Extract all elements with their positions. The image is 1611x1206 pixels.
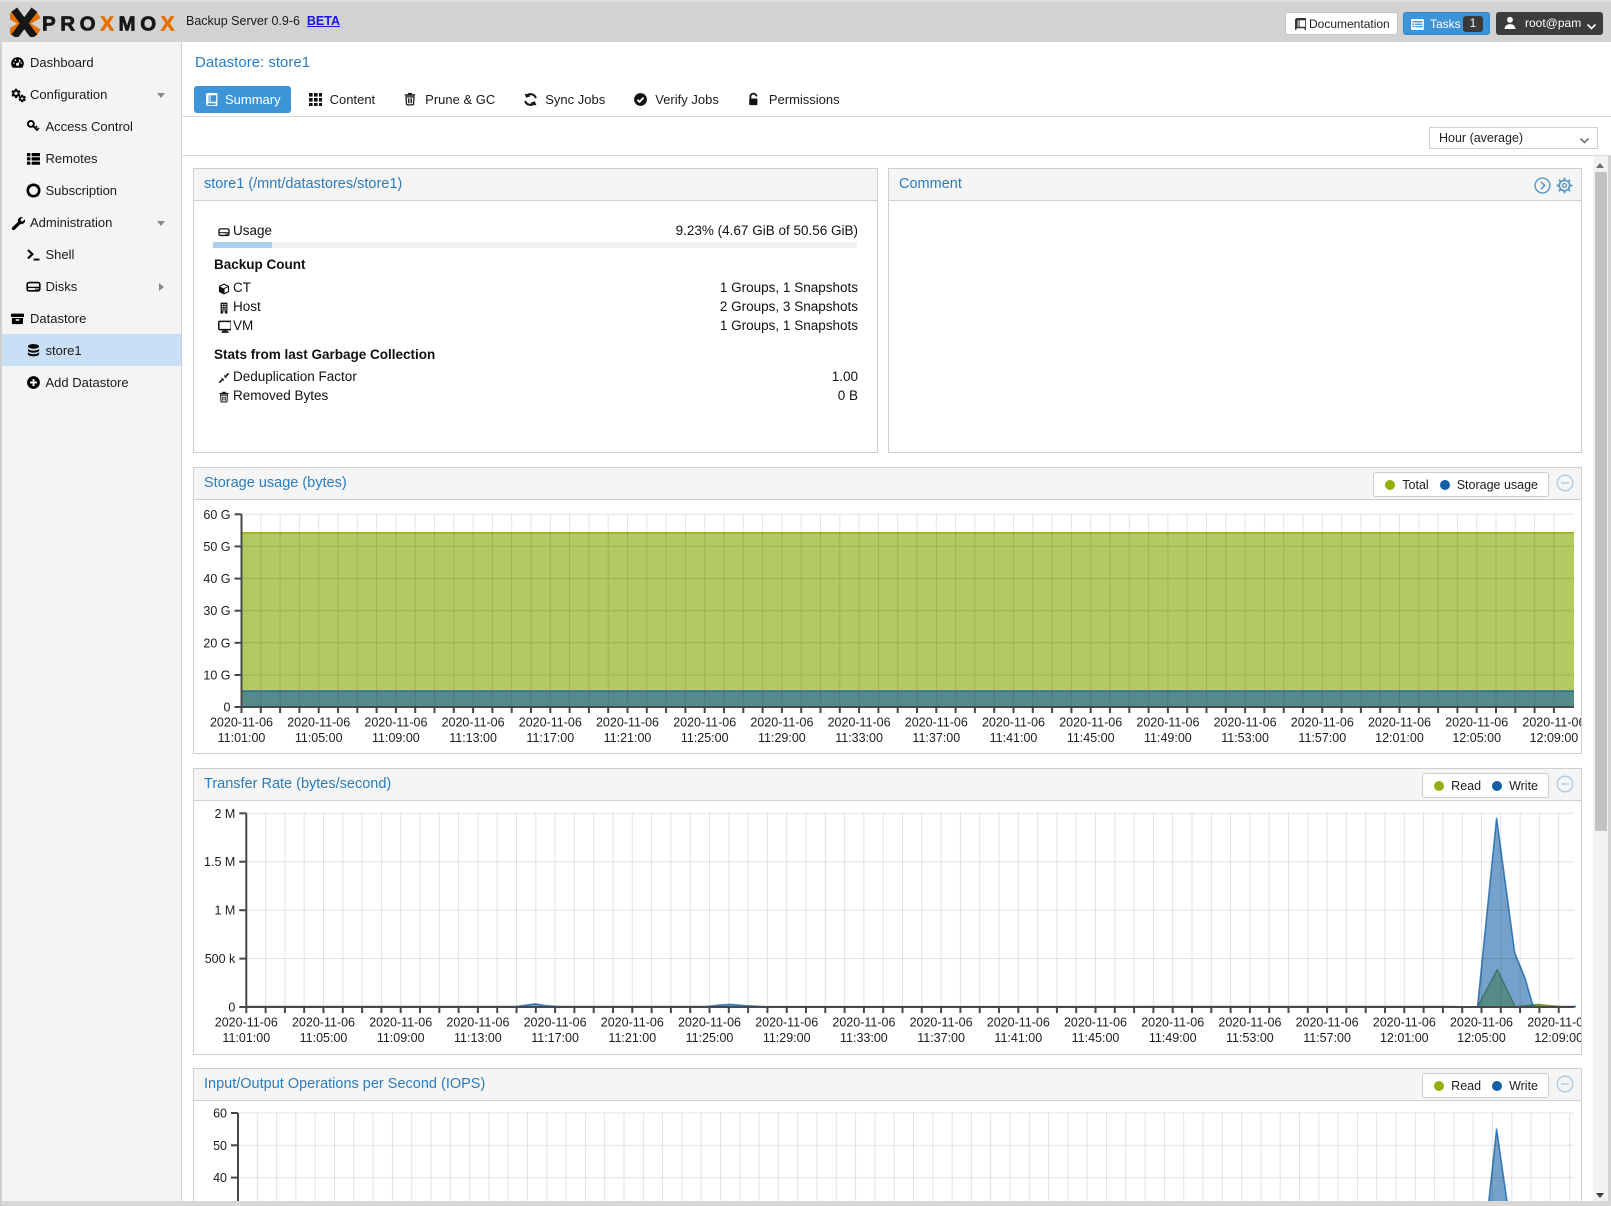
- svg-text:11:13:00: 11:13:00: [449, 731, 497, 745]
- svg-text:12:09:00: 12:09:00: [1530, 731, 1579, 745]
- svg-text:11:33:00: 11:33:00: [835, 731, 883, 745]
- svg-text:50: 50: [213, 1139, 227, 1153]
- svg-text:2020-11-06: 2020-11-06: [1059, 716, 1122, 730]
- svg-text:2020-11-06: 2020-11-06: [292, 1016, 355, 1030]
- svg-text:2020-11-06: 2020-11-06: [601, 1016, 664, 1030]
- svg-text:2020-11-06: 2020-11-06: [982, 716, 1045, 730]
- svg-text:11:53:00: 11:53:00: [1226, 1031, 1274, 1045]
- svg-text:2020-11-06: 2020-11-06: [678, 1016, 741, 1030]
- svg-text:40: 40: [213, 1171, 227, 1185]
- svg-text:2020-11-06: 2020-11-06: [673, 716, 736, 730]
- svg-text:11:41:00: 11:41:00: [994, 1031, 1042, 1045]
- svg-text:2020-11-06: 2020-11-06: [1136, 716, 1199, 730]
- svg-text:2020-11-06: 2020-11-06: [519, 716, 582, 730]
- svg-text:2020-11-06: 2020-11-06: [1218, 1016, 1281, 1030]
- svg-text:2020-11-06: 2020-11-06: [524, 1016, 587, 1030]
- svg-text:2020-11-06: 2020-11-06: [1450, 1016, 1513, 1030]
- svg-text:2020-11-06: 2020-11-06: [369, 1016, 432, 1030]
- svg-text:2020-11-06: 2020-11-06: [210, 716, 273, 730]
- svg-text:11:09:00: 11:09:00: [377, 1031, 425, 1045]
- svg-text:2020-11-06: 2020-11-06: [1445, 716, 1508, 730]
- svg-text:11:05:00: 11:05:00: [295, 731, 343, 745]
- svg-text:0: 0: [228, 1001, 235, 1015]
- svg-text:2020-11-06: 2020-11-06: [442, 716, 505, 730]
- svg-text:11:21:00: 11:21:00: [604, 731, 652, 745]
- svg-text:11:17:00: 11:17:00: [526, 731, 574, 745]
- svg-text:2020-11-06: 2020-11-06: [446, 1016, 509, 1030]
- svg-text:2020-11-06: 2020-11-06: [987, 1016, 1050, 1030]
- svg-text:11:13:00: 11:13:00: [454, 1031, 502, 1045]
- svg-text:50 G: 50 G: [203, 540, 230, 554]
- svg-text:12:01:00: 12:01:00: [1380, 1031, 1429, 1045]
- svg-text:2020-11-06: 2020-11-06: [1291, 716, 1354, 730]
- svg-text:11:57:00: 11:57:00: [1298, 731, 1346, 745]
- svg-text:11:01:00: 11:01:00: [222, 1031, 270, 1045]
- svg-text:PROXMOX: PROXMOX: [42, 13, 179, 36]
- svg-text:2020-11-06: 2020-11-06: [1368, 716, 1431, 730]
- svg-text:11:53:00: 11:53:00: [1221, 731, 1269, 745]
- svg-text:60: 60: [213, 1107, 227, 1121]
- svg-text:11:29:00: 11:29:00: [758, 731, 806, 745]
- svg-text:40 G: 40 G: [203, 572, 230, 586]
- svg-text:11:49:00: 11:49:00: [1144, 731, 1192, 745]
- svg-text:11:33:00: 11:33:00: [840, 1031, 888, 1045]
- svg-text:60 G: 60 G: [203, 508, 230, 522]
- svg-text:12:01:00: 12:01:00: [1375, 731, 1424, 745]
- svg-text:11:29:00: 11:29:00: [763, 1031, 811, 1045]
- svg-text:11:57:00: 11:57:00: [1303, 1031, 1351, 1045]
- svg-text:2020-11-06: 2020-11-06: [1214, 716, 1277, 730]
- svg-text:12:05:00: 12:05:00: [1457, 1031, 1506, 1045]
- svg-text:2020-11-06: 2020-11-06: [905, 716, 968, 730]
- svg-text:1 M: 1 M: [214, 904, 235, 918]
- svg-text:12:05:00: 12:05:00: [1452, 731, 1501, 745]
- svg-text:2020-11-06: 2020-11-06: [750, 716, 813, 730]
- svg-text:500 k: 500 k: [205, 952, 236, 966]
- svg-text:20 G: 20 G: [203, 636, 230, 650]
- svg-text:11:37:00: 11:37:00: [917, 1031, 965, 1045]
- svg-text:11:49:00: 11:49:00: [1149, 1031, 1197, 1045]
- svg-text:2020-11-06: 2020-11-06: [364, 716, 427, 730]
- svg-text:2020-11-06: 2020-11-06: [755, 1016, 818, 1030]
- svg-text:2020-11-06: 2020-11-06: [215, 1016, 278, 1030]
- svg-text:10 G: 10 G: [203, 669, 230, 683]
- svg-text:11:17:00: 11:17:00: [531, 1031, 579, 1045]
- svg-text:11:45:00: 11:45:00: [1072, 1031, 1120, 1045]
- svg-text:2020-11-06: 2020-11-06: [1373, 1016, 1436, 1030]
- svg-text:2020-11-06: 2020-11-06: [1522, 716, 1581, 730]
- svg-text:2020-11-06: 2020-11-06: [832, 1016, 895, 1030]
- svg-text:2020-11-06: 2020-11-06: [596, 716, 659, 730]
- svg-text:2020-11-06: 2020-11-06: [287, 716, 350, 730]
- svg-text:2020-11-06: 2020-11-06: [1296, 1016, 1359, 1030]
- svg-text:11:37:00: 11:37:00: [912, 731, 960, 745]
- svg-text:11:25:00: 11:25:00: [681, 731, 729, 745]
- svg-text:30 G: 30 G: [203, 604, 230, 618]
- svg-text:11:09:00: 11:09:00: [372, 731, 420, 745]
- svg-text:11:21:00: 11:21:00: [608, 1031, 656, 1045]
- svg-text:2020-11-06: 2020-11-06: [1527, 1016, 1581, 1030]
- svg-text:2020-11-06: 2020-11-06: [1064, 1016, 1127, 1030]
- svg-text:2 M: 2 M: [214, 807, 235, 821]
- svg-text:11:05:00: 11:05:00: [300, 1031, 348, 1045]
- svg-text:1.5 M: 1.5 M: [204, 855, 235, 869]
- svg-text:11:01:00: 11:01:00: [218, 731, 266, 745]
- svg-text:2020-11-06: 2020-11-06: [828, 716, 891, 730]
- svg-text:11:45:00: 11:45:00: [1067, 731, 1115, 745]
- svg-text:12:09:00: 12:09:00: [1534, 1031, 1581, 1045]
- svg-text:11:41:00: 11:41:00: [990, 731, 1038, 745]
- svg-text:0: 0: [224, 701, 231, 715]
- svg-text:2020-11-06: 2020-11-06: [1141, 1016, 1204, 1030]
- svg-text:11:25:00: 11:25:00: [686, 1031, 734, 1045]
- svg-text:2020-11-06: 2020-11-06: [910, 1016, 973, 1030]
